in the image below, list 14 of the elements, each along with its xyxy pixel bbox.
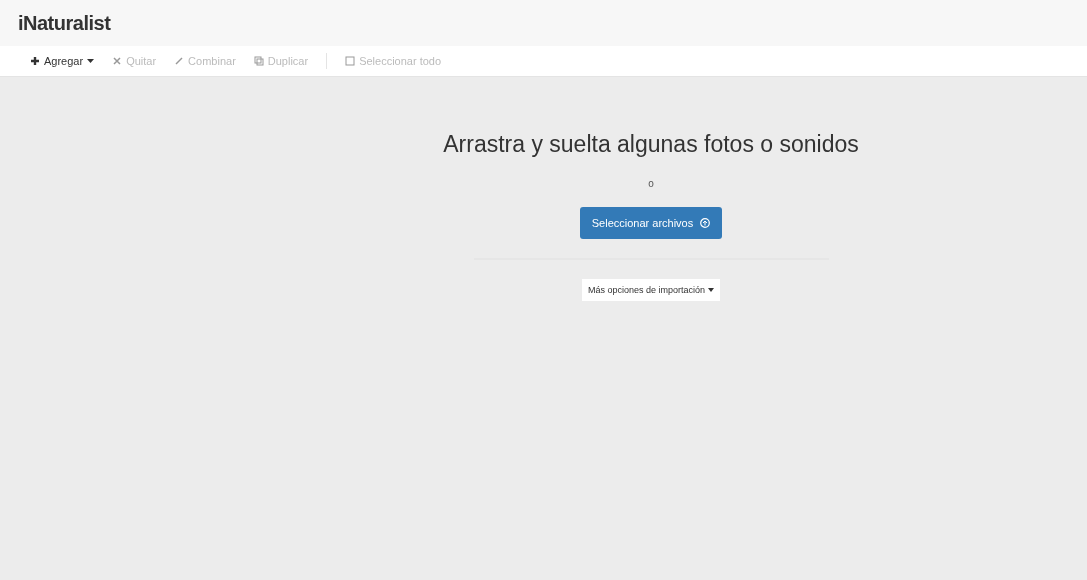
caret-icon — [87, 59, 95, 63]
import-options-dropdown[interactable]: Más opciones de importación — [581, 279, 721, 301]
pencil-icon — [174, 56, 185, 66]
close-icon — [112, 56, 123, 66]
caret-icon — [708, 288, 715, 292]
or-label: o — [648, 178, 654, 189]
plus-icon — [30, 56, 40, 66]
dropzone-title: Arrastra y suelta algunas fotos o sonidos — [443, 131, 859, 158]
logo[interactable]: iNaturalist — [18, 11, 111, 35]
upload-icon — [700, 218, 711, 228]
copy-icon — [253, 56, 264, 66]
checkbox-icon — [345, 56, 356, 66]
select-files-button[interactable]: Seleccionar archivos — [579, 207, 723, 239]
toolbar-button[interactable]: Agregar — [26, 53, 99, 69]
